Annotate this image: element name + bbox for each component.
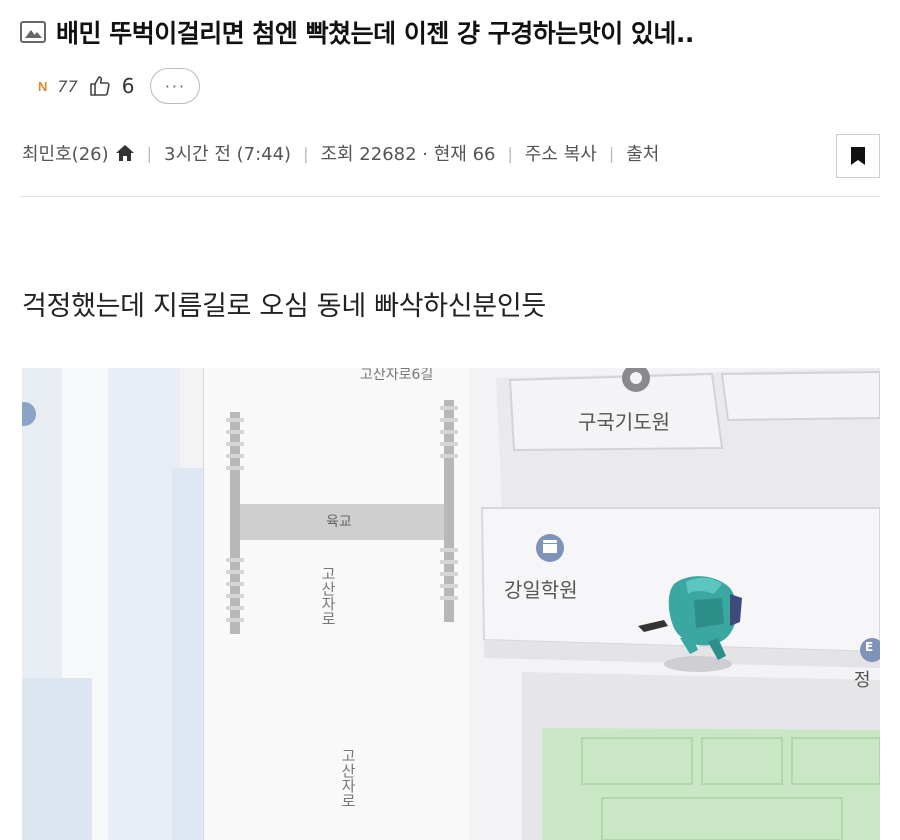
post-body-text: 걱정했는데 지름길로 오심 동네 빠삭하신분인듯 (22, 291, 546, 322)
new-badge: N (38, 78, 48, 94)
map-road-label-vertical: 고산자로 (319, 566, 337, 626)
map-bridge-label: 육교 (326, 514, 352, 530)
post-time: 3시간 전 (7:44) (164, 144, 292, 165)
map-edge-label: 정 (854, 670, 871, 691)
home-icon[interactable] (115, 144, 135, 162)
post-stats: N 77 6 ··· (38, 68, 201, 104)
post-meta: 최민호(26) | 3시간 전 (7:44) | 조회 22682 · 현재 6… (22, 140, 659, 166)
meta-separator: | (608, 143, 615, 163)
map-road-label-vertical: 고산자로 (339, 748, 357, 808)
meta-separator: | (146, 143, 153, 163)
like-count: 6 (121, 74, 135, 98)
more-options-button[interactable]: ··· (150, 68, 201, 104)
author-name[interactable]: 최민호(26) (22, 140, 109, 166)
courier-icon (638, 576, 742, 672)
map-building-label: 강일학원 (504, 578, 578, 602)
post-title-row: 배민 뚜벅이걸리면 첨엔 빡쳤는데 이젠 걍 구경하는맛이 있네.. (20, 14, 694, 50)
bookmark-icon (850, 146, 866, 166)
divider (20, 196, 880, 197)
map-image: 고산자로6길 구국기도원 육교 강일학원 고산자로 고산자로 정 E (22, 368, 880, 840)
map-edge-icon-glyph: E (865, 640, 874, 654)
map-road-label-top: 고산자로6길 (360, 368, 434, 383)
meta-separator: | (507, 143, 513, 163)
post-title: 배민 뚜벅이걸리면 첨엔 빡쳤는데 이젠 걍 구경하는맛이 있네.. (56, 19, 694, 48)
comment-count: 77 (57, 76, 78, 96)
image-icon (20, 21, 46, 43)
view-count: 조회 22682 · 현재 66 (320, 144, 496, 165)
bookmark-button[interactable] (836, 134, 880, 178)
source-link[interactable]: 출처 (626, 140, 659, 166)
meta-separator: | (303, 143, 309, 163)
map-building-label: 구국기도원 (578, 410, 670, 434)
copy-address-link[interactable]: 주소 복사 (525, 140, 597, 166)
thumbs-up-icon[interactable] (88, 74, 112, 98)
